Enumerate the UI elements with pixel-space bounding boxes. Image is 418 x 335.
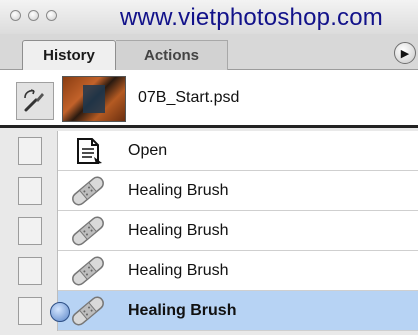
tab-actions[interactable]: Actions	[116, 40, 228, 70]
history-brush-source-checkbox[interactable]	[18, 177, 42, 205]
history-state-row[interactable]: Open	[0, 131, 418, 171]
tab-history[interactable]: History	[22, 40, 116, 70]
snapshot-row[interactable]: 07B_Start.psd	[0, 70, 418, 128]
close-window-button[interactable]	[10, 10, 21, 21]
history-state-slider[interactable]	[50, 302, 70, 322]
history-state-label: Healing Brush	[128, 222, 229, 239]
document-open-icon	[77, 138, 102, 164]
minimize-window-button[interactable]	[28, 10, 39, 21]
history-state-label: Healing Brush	[128, 182, 229, 199]
triangle-right-icon: ▶	[400, 47, 410, 60]
history-state-label: Healing Brush	[128, 262, 229, 279]
history-state-label: Open	[128, 142, 168, 159]
history-brush-source-checkbox[interactable]	[18, 297, 42, 325]
history-brush-source-toggle[interactable]	[16, 82, 54, 120]
zoom-window-button[interactable]	[46, 10, 57, 21]
history-state-list: Open Healing Brush Healing Brush Healing…	[0, 131, 418, 331]
history-state-row-selected[interactable]: Healing Brush	[0, 291, 418, 331]
history-brush-icon	[24, 89, 44, 112]
snapshot-label: 07B_Start.psd	[138, 89, 240, 106]
title-bar[interactable]: www.vietphotoshop.com	[0, 0, 418, 34]
history-brush-source-checkbox[interactable]	[18, 257, 42, 285]
panel-tab-row: History Actions ▶	[0, 34, 418, 70]
healing-brush-icon	[72, 256, 104, 286]
history-brush-source-checkbox[interactable]	[18, 217, 42, 245]
snapshot-thumbnail	[62, 76, 126, 122]
healing-brush-icon	[72, 216, 104, 246]
healing-brush-icon	[72, 176, 104, 206]
watermark-text: www.vietphotoshop.com	[120, 4, 383, 31]
history-brush-source-checkbox[interactable]	[18, 137, 42, 165]
history-state-label: Healing Brush	[128, 302, 237, 319]
history-panel-window: www.vietphotoshop.com History Actions ▶ …	[0, 0, 418, 335]
history-state-row[interactable]: Healing Brush	[0, 211, 418, 251]
history-state-row[interactable]: Healing Brush	[0, 251, 418, 291]
healing-brush-icon	[72, 296, 104, 326]
panel-menu-button[interactable]: ▶	[394, 42, 416, 64]
history-state-row[interactable]: Healing Brush	[0, 171, 418, 211]
